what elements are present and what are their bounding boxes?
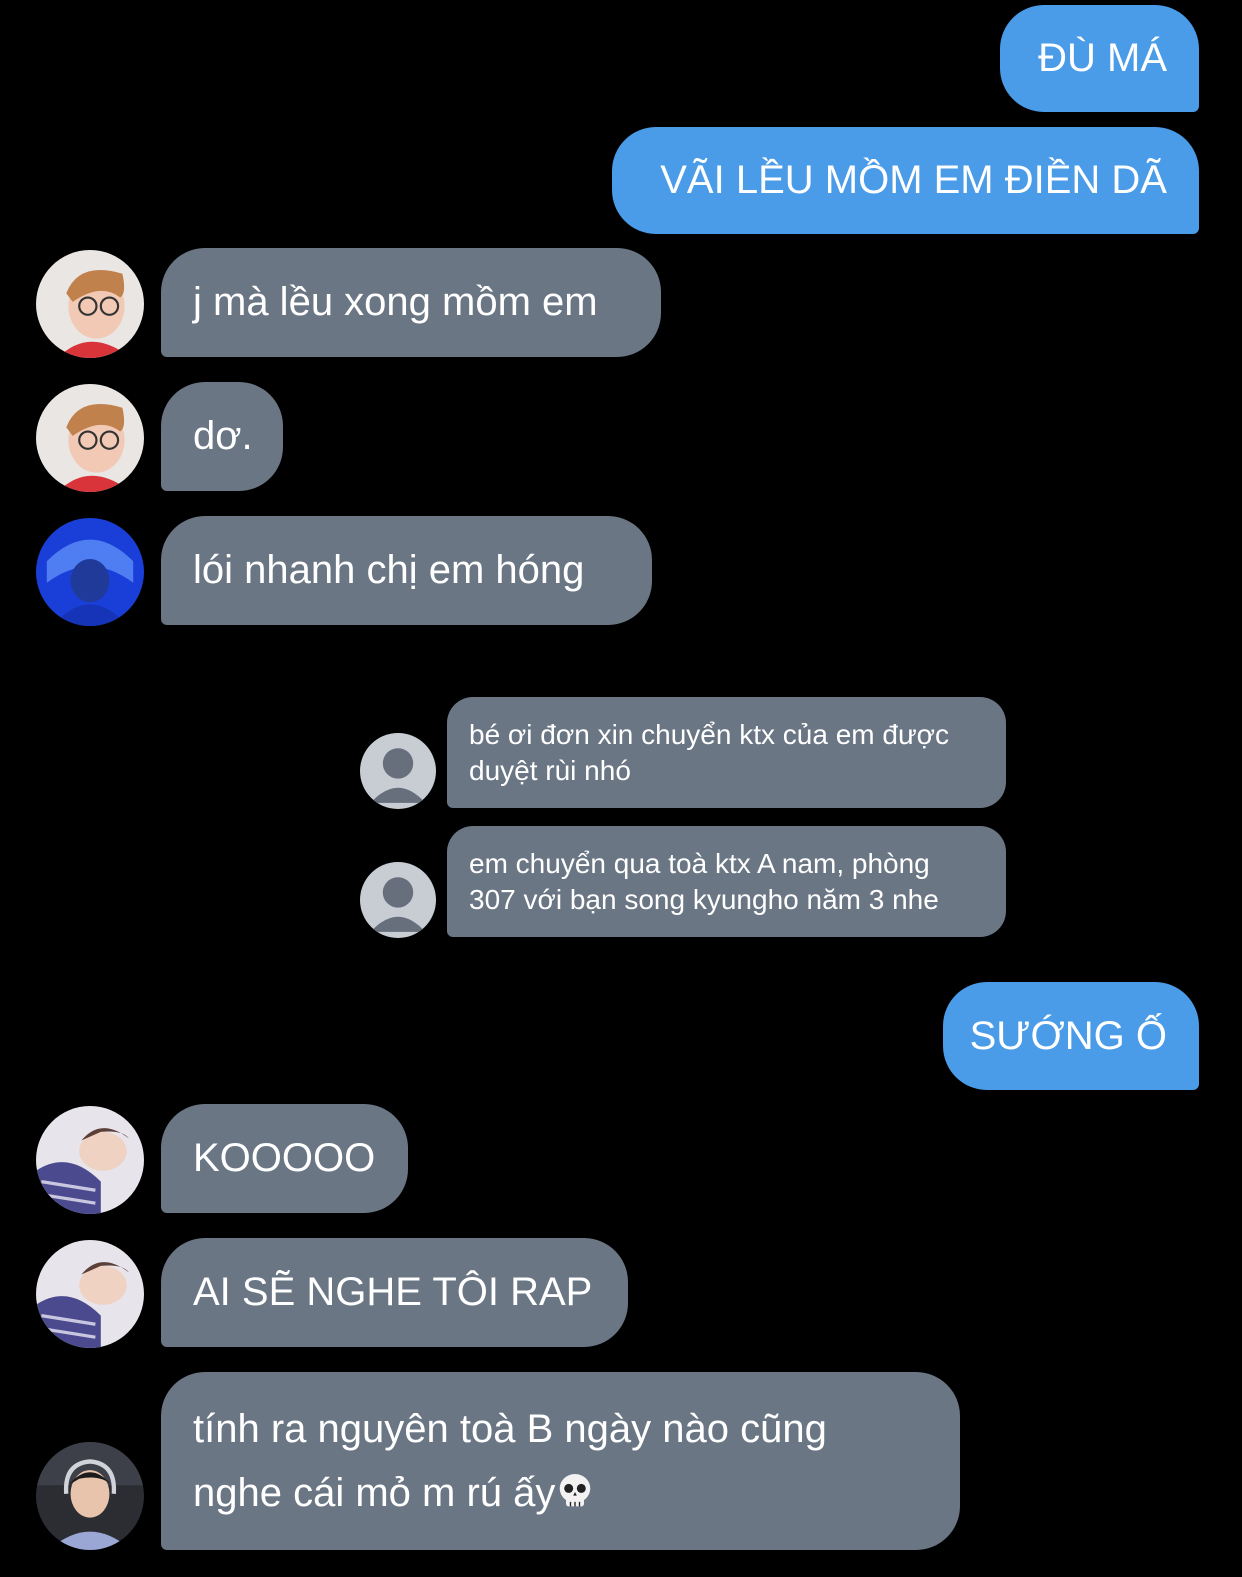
incoming-message-bubble[interactable]: KOOOOO — [161, 1104, 408, 1213]
sleeping-boy-avatar[interactable] — [36, 1106, 144, 1214]
incoming-message-bubble[interactable]: bé ơi đơn xin chuyển ktx của em được duy… — [447, 697, 1006, 808]
message-text: VÃI LỀU MỒM EM ĐIỀN DÃ — [660, 158, 1167, 202]
outgoing-message-bubble[interactable]: SƯỚNG Ố — [943, 982, 1199, 1090]
glasses-boy-avatar[interactable] — [36, 250, 144, 358]
incoming-message-bubble[interactable]: AI SẼ NGHE TÔI RAP — [161, 1238, 628, 1347]
default-user-avatar[interactable] — [360, 862, 436, 938]
blue-hood-avatar[interactable] — [36, 518, 144, 626]
message-text-with-emoji: tính ra nguyên toà B ngày nào cũng nghe … — [193, 1397, 890, 1525]
message-text: KOOOOO — [193, 1136, 376, 1180]
message-text: lói nhanh chị em hóng — [193, 548, 585, 592]
message-text: dơ. — [193, 414, 253, 458]
default-user-avatar[interactable] — [360, 733, 436, 809]
skull-icon — [557, 1472, 593, 1512]
incoming-message-bubble[interactable]: j mà lều xong mồm em — [161, 248, 661, 357]
outgoing-message-bubble[interactable]: VÃI LỀU MỒM EM ĐIỀN DÃ — [612, 127, 1199, 234]
glasses-boy-avatar[interactable] — [36, 384, 144, 492]
headset-boy-avatar[interactable] — [36, 1442, 144, 1550]
outgoing-message-bubble[interactable]: ĐÙ MÁ — [1000, 5, 1199, 112]
message-text: AI SẼ NGHE TÔI RAP — [193, 1270, 593, 1314]
message-text: ĐÙ MÁ — [1038, 36, 1167, 80]
sleeping-boy-avatar[interactable] — [36, 1240, 144, 1348]
message-text: SƯỚNG Ố — [969, 1013, 1167, 1058]
incoming-message-bubble[interactable]: lói nhanh chị em hóng — [161, 516, 652, 625]
message-text: j mà lều xong mồm em — [193, 280, 598, 324]
incoming-message-bubble[interactable]: dơ. — [161, 382, 283, 491]
incoming-message-bubble[interactable]: tính ra nguyên toà B ngày nào cũng nghe … — [161, 1372, 960, 1550]
message-text: tính ra nguyên toà B ngày nào cũng nghe … — [193, 1407, 827, 1515]
message-text: bé ơi đơn xin chuyển ktx của em được duy… — [469, 718, 950, 786]
incoming-message-bubble[interactable]: em chuyển qua toà ktx A nam, phòng 307 v… — [447, 826, 1006, 937]
message-text: em chuyển qua toà ktx A nam, phòng 307 v… — [469, 847, 939, 915]
